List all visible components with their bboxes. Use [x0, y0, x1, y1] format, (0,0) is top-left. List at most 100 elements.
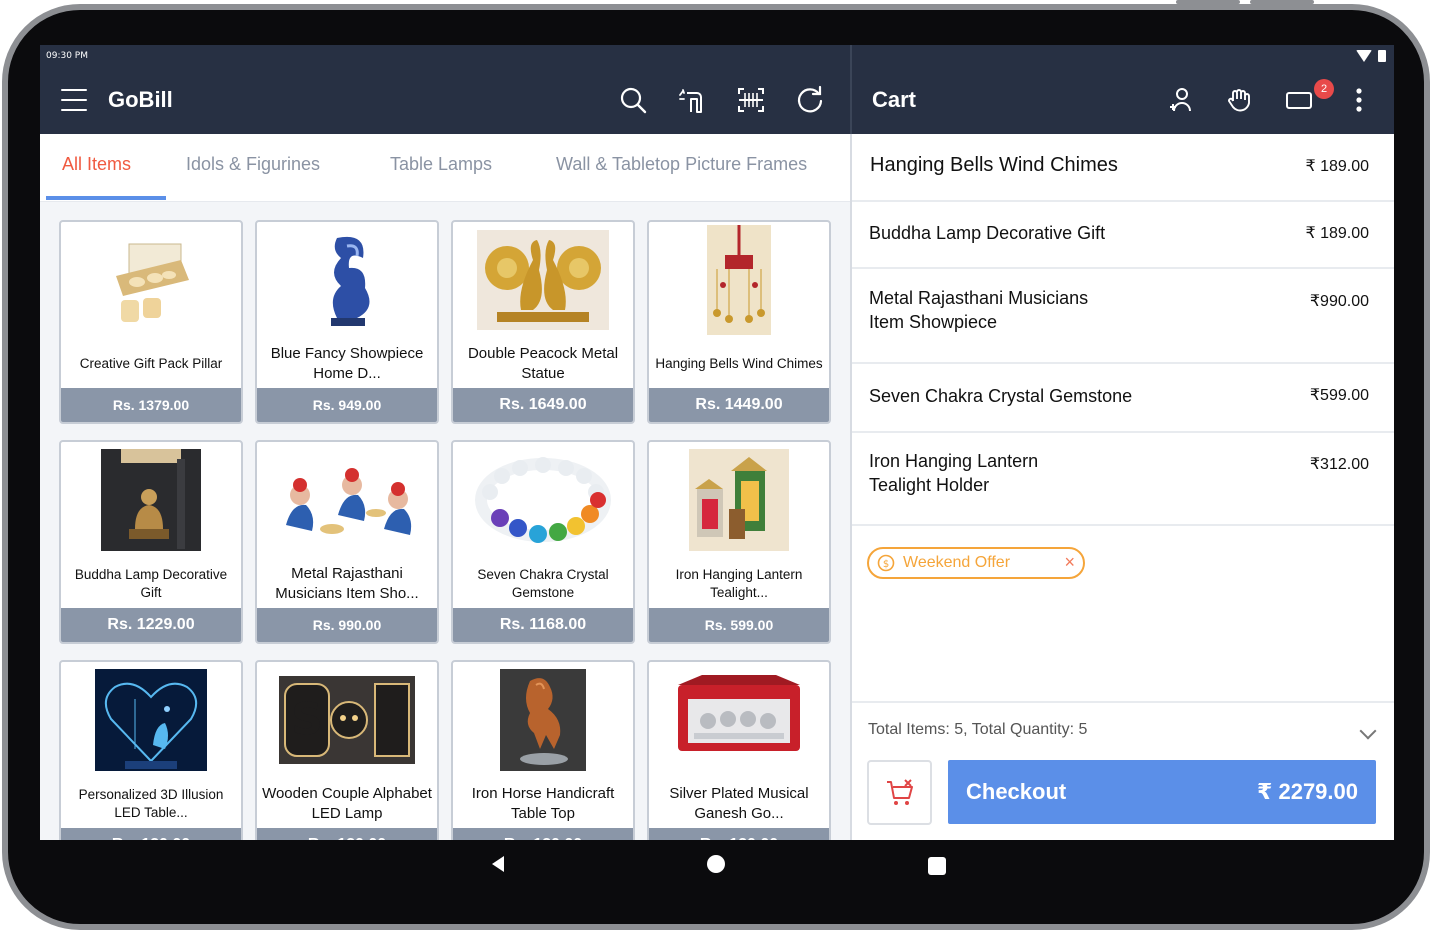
product-card[interactable]: Hanging Bells Wind Chimes Rs. 1449.00	[647, 220, 831, 424]
product-card[interactable]: Metal Rajasthani Musicians Item Sho... R…	[255, 440, 439, 644]
notification-badge: 2	[1314, 79, 1334, 99]
svg-text:$: $	[883, 559, 889, 570]
add-customer-icon[interactable]	[1166, 85, 1196, 115]
product-card[interactable]: Iron Horse Handicraft Table Top Rs. 120.…	[451, 660, 635, 840]
chevron-down-icon[interactable]	[1359, 722, 1377, 740]
cart-items: Hanging Bells Wind Chimes ₹ 189.00 Buddh…	[852, 134, 1394, 526]
product-card[interactable]: Seven Chakra Crystal Gemstone Rs. 1168.0…	[451, 440, 635, 644]
product-card[interactable]: Silver Plated Musical Ganesh Go... Rs. 1…	[647, 660, 831, 840]
product-name: Double Peacock Metal Statue	[467, 345, 619, 382]
product-name: Wooden Couple Alphabet LED Lamp	[262, 785, 432, 822]
product-card[interactable]: S Wooden Couple Alphabet LED Lamp Rs. 12…	[255, 660, 439, 840]
product-price: Rs. 120.00	[257, 828, 437, 840]
product-price: Rs. 120.00	[453, 828, 633, 840]
hand-pointer-icon[interactable]	[677, 85, 707, 115]
product-card[interactable]: Creative Gift Pack Pillar Rs. 1379.00	[59, 220, 243, 424]
screen: 09:30 PM GoBill Cart 2 All Items Idols &…	[40, 45, 1394, 840]
product-name: Iron Horse Handicraft Table Top	[471, 785, 615, 822]
menu-icon[interactable]	[61, 89, 87, 111]
product-image	[649, 225, 829, 335]
product-image	[257, 446, 437, 554]
product-card[interactable]: Double Peacock Metal Statue Rs. 1649.00	[451, 220, 635, 424]
product-grid: Creative Gift Pack Pillar Rs. 1379.00 Bl…	[40, 202, 850, 840]
active-tab-indicator	[46, 196, 166, 200]
product-image	[257, 226, 437, 334]
tab-idols-figurines[interactable]: Idols & Figurines	[186, 154, 320, 175]
product-card[interactable]: Personalized 3D Illusion LED Table... Rs…	[59, 660, 243, 840]
product-name: Metal Rajasthani Musicians Item Sho...	[275, 565, 419, 602]
cart-item-name: Buddha Lamp Decorative Gift	[869, 223, 1106, 243]
recent-apps-icon[interactable]	[928, 857, 946, 875]
product-card[interactable]: Blue Fancy Showpiece Home D... Rs. 949.0…	[255, 220, 439, 424]
cart-item[interactable]: Buddha Lamp Decorative Gift ₹ 189.00	[852, 202, 1394, 269]
cart-item-name: Seven Chakra Crystal Gemstone	[869, 386, 1133, 406]
cart-item[interactable]: Seven Chakra Crystal Gemstone ₹599.00	[852, 364, 1394, 433]
more-options-icon[interactable]	[1344, 85, 1374, 115]
product-price: Rs. 1168.00	[453, 608, 633, 642]
cart-item-price: ₹599.00	[1309, 387, 1369, 404]
checkout-label: Checkout	[966, 779, 1067, 804]
product-price: Rs. 1229.00	[61, 608, 241, 642]
cart-item-name: Iron Hanging Lantern Tealight Holder	[869, 451, 1039, 495]
cart-item-name: Hanging Bells Wind Chimes	[870, 154, 1118, 176]
product-image	[453, 446, 633, 554]
product-image	[453, 226, 633, 334]
product-price: Rs. 990.00	[257, 608, 437, 642]
cart-item[interactable]: Iron Hanging Lantern Tealight Holder ₹31…	[852, 433, 1394, 526]
cart-item-price: ₹990.00	[1309, 293, 1369, 310]
status-bar: 09:30 PM	[40, 45, 1394, 67]
cart-item[interactable]: Metal Rajasthani Musicians Item Showpiec…	[852, 269, 1394, 364]
checkout-button[interactable]: Checkout ₹ 2279.00	[948, 760, 1376, 824]
product-name: Blue Fancy Showpiece Home D...	[270, 345, 424, 382]
product-image	[453, 666, 633, 774]
hold-hand-icon[interactable]	[1225, 85, 1255, 115]
clear-cart-button[interactable]	[867, 760, 932, 825]
wifi-icon	[1356, 50, 1372, 62]
cart-item-price: ₹ 189.00	[1305, 158, 1369, 175]
product-image	[649, 666, 829, 774]
product-image	[61, 446, 241, 554]
product-name: Personalized 3D Illusion LED Table...	[78, 787, 224, 820]
tab-picture-frames[interactable]: Wall & Tabletop Picture Frames	[556, 154, 807, 175]
checkout-total: ₹ 2279.00	[1257, 779, 1358, 804]
pane-divider	[850, 45, 852, 134]
barcode-scan-icon[interactable]	[736, 85, 766, 115]
product-name: Buddha Lamp Decorative Gift	[74, 567, 228, 600]
product-card[interactable]: Buddha Lamp Decorative Gift Rs. 1229.00	[59, 440, 243, 644]
product-name: Hanging Bells Wind Chimes	[655, 356, 823, 371]
remove-offer-icon[interactable]: ×	[1064, 552, 1075, 573]
product-price: Rs. 599.00	[649, 608, 829, 642]
product-price: Rs. 120.00	[649, 828, 829, 840]
product-name: Seven Chakra Crystal Gemstone	[477, 567, 609, 600]
cart-summary: Total Items: 5, Total Quantity: 5 Checko…	[852, 701, 1394, 840]
product-price: Rs. 1649.00	[453, 388, 633, 422]
product-name: Silver Plated Musical Ganesh Go...	[669, 785, 809, 822]
product-price: Rs. 949.00	[257, 388, 437, 422]
offer-label: Weekend Offer	[903, 554, 1011, 571]
cart-header: Cart 2	[852, 67, 1394, 134]
product-price: Rs. 1449.00	[649, 388, 829, 422]
cart-item[interactable]: Hanging Bells Wind Chimes ₹ 189.00	[852, 134, 1394, 202]
cart-item-name: Metal Rajasthani Musicians Item Showpiec…	[869, 288, 1089, 332]
product-image	[61, 666, 241, 774]
catalog-header: GoBill	[40, 67, 850, 134]
product-image	[649, 446, 829, 554]
tab-table-lamps[interactable]: Table Lamps	[390, 154, 492, 175]
svg-text:S: S	[291, 694, 323, 745]
cart-remove-icon	[886, 778, 913, 805]
home-icon[interactable]	[707, 855, 725, 873]
product-image	[61, 226, 241, 334]
product-card[interactable]: Iron Hanging Lantern Tealight... Rs. 599…	[647, 440, 831, 644]
back-icon[interactable]	[492, 856, 504, 872]
product-image: S	[257, 666, 437, 774]
system-nav-bar	[40, 840, 1394, 890]
search-icon[interactable]	[618, 85, 648, 115]
status-time: 09:30 PM	[46, 51, 88, 61]
offer-icon: $	[877, 554, 895, 572]
totals-text: Total Items: 5, Total Quantity: 5	[868, 721, 1088, 738]
transfer-icon[interactable]	[1284, 85, 1314, 115]
offer-chip[interactable]: $ Weekend Offer ×	[867, 547, 1085, 579]
product-name: Creative Gift Pack Pillar	[79, 356, 223, 371]
refresh-icon[interactable]	[795, 85, 825, 115]
tab-all-items[interactable]: All Items	[62, 154, 131, 175]
